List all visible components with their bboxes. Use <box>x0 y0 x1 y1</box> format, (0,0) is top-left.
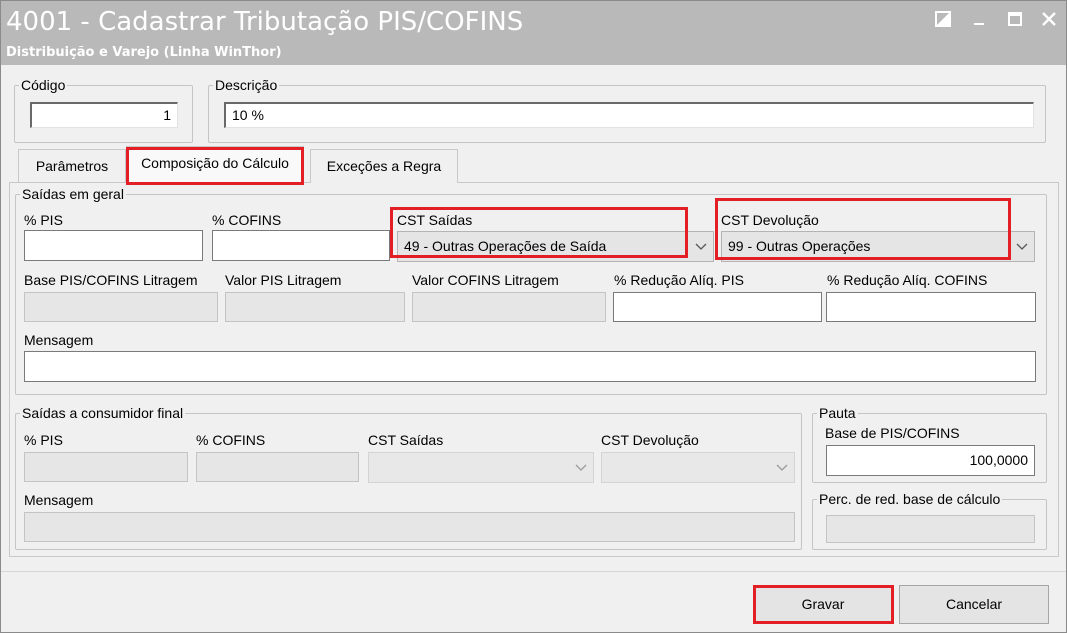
valor-pis-litragem-label: Valor PIS Litragem <box>225 272 342 288</box>
base-litragem-label: Base PIS/COFINS Litragem <box>24 272 198 288</box>
consumidor-pis-label: % PIS <box>24 432 63 448</box>
codigo-label: Código <box>21 77 66 93</box>
consumidor-mensagem-label: Mensagem <box>24 492 94 508</box>
pauta-base-input[interactable]: 100,0000 <box>826 445 1035 476</box>
mensagem-input[interactable] <box>24 351 1036 382</box>
consumidor-cst-devolucao-label: CST Devolução <box>601 432 699 448</box>
consumidor-cst-saidas-select <box>368 452 594 483</box>
mensagem-label: Mensagem <box>24 332 94 348</box>
cst-devolucao-select[interactable]: 99 - Outras Operações <box>721 231 1035 262</box>
chevron-down-icon <box>575 464 587 471</box>
consumidor-cofins-label: % COFINS <box>196 432 266 448</box>
minimize-icon <box>974 23 984 25</box>
consumidor-cofins-input <box>196 452 359 482</box>
pis-input[interactable] <box>24 230 203 261</box>
perc-red-legend: Perc. de red. base de cálculo <box>819 491 1001 507</box>
reducao-cofins-input[interactable] <box>826 292 1036 322</box>
pauta-base-label: Base de PIS/COFINS <box>825 425 960 441</box>
tab-excecoes-regra[interactable]: Exceções a Regra <box>310 149 458 183</box>
codigo-input[interactable]: 1 <box>30 102 178 128</box>
consumidor-cst-devolucao-select <box>601 452 795 483</box>
consumidor-pis-input <box>24 452 188 482</box>
saidas-geral-legend: Saídas em geral <box>22 186 124 202</box>
cofins-input[interactable] <box>212 230 390 261</box>
tab-excecoes-label: Exceções a Regra <box>326 158 442 174</box>
cst-saidas-select[interactable]: 49 - Outras Operações de Saída <box>397 231 714 262</box>
tab-composicao-calculo[interactable]: Composição do Cálculo <box>126 146 304 183</box>
cst-saidas-label: CST Saídas <box>397 212 473 228</box>
tab-parametros-label: Parâmetros <box>35 158 109 174</box>
consumidor-cst-saidas-label: CST Saídas <box>368 432 444 448</box>
footer-divider <box>1 571 1066 572</box>
cancelar-button[interactable]: Cancelar <box>899 585 1049 624</box>
valor-pis-litragem-input <box>225 292 405 322</box>
reducao-pis-label: % Redução Alíq. PIS <box>614 272 744 288</box>
reducao-cofins-label: % Redução Alíq. COFINS <box>827 272 988 288</box>
title-bar: 4001 - Cadastrar Tributação PIS/COFINS D… <box>1 1 1066 65</box>
base-litragem-input <box>24 292 218 322</box>
cofins-label: % COFINS <box>212 212 282 228</box>
pis-label: % PIS <box>24 212 63 228</box>
descricao-input[interactable]: 10 % <box>224 102 1034 128</box>
valor-cofins-litragem-input <box>412 292 606 322</box>
cancelar-label: Cancelar <box>945 596 1003 612</box>
saidas-consumidor-legend: Saídas a consumidor final <box>22 405 184 421</box>
tab-parametros[interactable]: Parâmetros <box>18 149 126 183</box>
consumidor-mensagem-input <box>24 512 795 542</box>
close-icon <box>1042 12 1056 26</box>
restore-icon[interactable] <box>931 9 955 33</box>
maximize-icon <box>1008 12 1022 26</box>
tab-composicao-label: Composição do Cálculo <box>141 155 289 171</box>
gravar-label: Gravar <box>801 596 845 612</box>
perc-red-input <box>826 515 1035 543</box>
gravar-button[interactable]: Gravar <box>753 585 893 624</box>
window-subtitle: Distribuição e Varejo (Linha WinThor) <box>6 45 282 60</box>
close-button[interactable] <box>1037 9 1061 33</box>
cst-saidas-value: 49 - Outras Operações de Saída <box>404 238 607 254</box>
maximize-button[interactable] <box>1003 9 1027 33</box>
chevron-down-icon <box>695 243 707 250</box>
window-title: 4001 - Cadastrar Tributação PIS/COFINS <box>6 7 524 37</box>
valor-cofins-litragem-label: Valor COFINS Litragem <box>412 272 559 288</box>
pauta-legend: Pauta <box>819 405 856 421</box>
cst-devolucao-label: CST Devolução <box>721 212 819 228</box>
minimize-button[interactable] <box>967 9 991 33</box>
descricao-label: Descrição <box>215 77 278 93</box>
reducao-pis-input[interactable] <box>613 292 822 322</box>
main-window: 4001 - Cadastrar Tributação PIS/COFINS D… <box>0 0 1067 633</box>
chevron-down-icon <box>1016 243 1028 250</box>
resize-icon <box>935 11 951 27</box>
cst-devolucao-value: 99 - Outras Operações <box>728 238 871 254</box>
chevron-down-icon <box>776 464 788 471</box>
